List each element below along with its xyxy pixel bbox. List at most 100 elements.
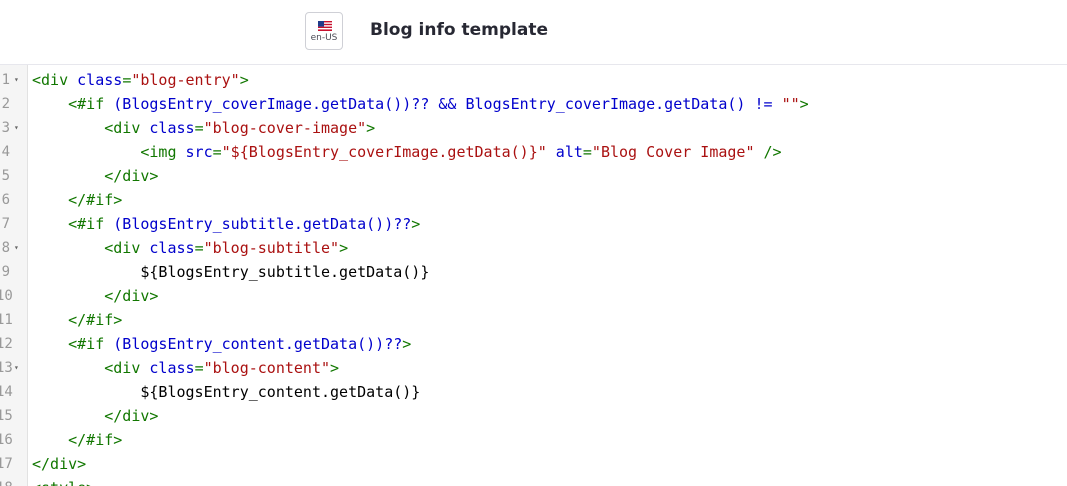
fold-arrow-icon[interactable]: ▾ (14, 476, 19, 486)
code-line[interactable]: 13 ▾ <div class="blog-content"> (0, 356, 1067, 380)
code-token: /> (754, 143, 782, 161)
language-label: en-US (310, 33, 338, 43)
code-token: (BlogsEntry_content.getData())?? (113, 335, 403, 353)
code-token: </div> (104, 407, 159, 425)
code-text: </div> (32, 452, 86, 476)
code-token: </#if> (68, 311, 123, 329)
code-token: src (185, 143, 213, 161)
code-line[interactable]: 16 </#if> (0, 428, 1067, 452)
fold-arrow-icon[interactable]: ▾ (14, 236, 19, 260)
code-text: <div class="blog-cover-image"> (32, 116, 375, 140)
code-text: <div class="blog-subtitle"> (32, 236, 348, 260)
code-text: </div> (32, 404, 158, 428)
line-number: 12 (0, 336, 13, 352)
code-token: = (582, 143, 592, 161)
line-number: 18 (0, 476, 13, 486)
code-text: <#if (BlogsEntry_subtitle.getData())??> (32, 212, 420, 236)
code-line[interactable]: 18▾ <style> (0, 476, 1067, 486)
code-token: ${BlogsEntry_content.getData()} (140, 383, 421, 401)
header: en-US Blog info template (0, 0, 1067, 65)
code-token: "blog-subtitle" (203, 239, 340, 257)
code-text: <img src="${BlogsEntry_coverImage.getDat… (32, 140, 782, 164)
code-line[interactable]: 4 <img src="${BlogsEntry_coverImage.getD… (0, 140, 1067, 164)
line-number: 15 (0, 408, 13, 424)
line-number: 4 (1, 144, 10, 160)
fold-arrow-icon[interactable]: ▾ (14, 68, 19, 92)
line-number: 10 (0, 288, 13, 304)
code-token: ${BlogsEntry_subtitle.getData()} (140, 263, 430, 281)
line-number: 3 (1, 120, 10, 136)
page-title: Blog info template (370, 20, 548, 40)
code-line[interactable]: 8 ▾ <div class="blog-subtitle"> (0, 236, 1067, 260)
line-number: 6 (1, 192, 10, 208)
code-token: <style> (32, 479, 95, 486)
language-selector-button[interactable]: en-US (305, 12, 343, 50)
code-editor[interactable]: 1 ▾ <div class="blog-entry"> 2 <#if (BlogsE… (0, 65, 1067, 486)
code-token: (BlogsEntry_subtitle.getData())?? (113, 215, 412, 233)
code-text: ${BlogsEntry_subtitle.getData()} (32, 260, 429, 284)
code-token: > (366, 119, 376, 137)
code-token: = (194, 239, 204, 257)
code-token: class (149, 119, 195, 137)
line-number: 1 (1, 72, 10, 88)
fold-arrow-icon[interactable]: ▾ (14, 116, 19, 140)
code-token: class (149, 239, 195, 257)
code-text: <style> (32, 476, 95, 486)
code-token: <div (104, 119, 150, 137)
code-token: > (799, 95, 809, 113)
line-number: 17 (0, 456, 13, 472)
code-lines: 1 ▾ <div class="blog-entry"> 2 <#if (BlogsE… (0, 68, 1067, 486)
code-text: </div> (32, 164, 158, 188)
code-token: <div (32, 71, 78, 89)
fold-arrow-icon[interactable]: ▾ (14, 356, 19, 380)
code-text: ${BlogsEntry_content.getData()} (32, 380, 420, 404)
code-line[interactable]: 7 <#if (BlogsEntry_subtitle.getData())??… (0, 212, 1067, 236)
line-number: 16 (0, 432, 13, 448)
code-token: class (149, 359, 195, 377)
code-line[interactable]: 14 ${BlogsEntry_content.getData()} (0, 380, 1067, 404)
code-token: > (330, 359, 340, 377)
code-line[interactable]: 15 </div> (0, 404, 1067, 428)
code-token: </div> (32, 455, 87, 473)
code-line[interactable]: 9 ${BlogsEntry_subtitle.getData()} (0, 260, 1067, 284)
code-line[interactable]: 10 </div> (0, 284, 1067, 308)
code-line[interactable]: 3 ▾ <div class="blog-cover-image"> (0, 116, 1067, 140)
code-token: "" (781, 95, 800, 113)
code-token: "blog-cover-image" (203, 119, 367, 137)
code-text: <#if (BlogsEntry_content.getData())??> (32, 332, 411, 356)
code-token: "blog-content" (203, 359, 331, 377)
code-token: </#if> (68, 431, 123, 449)
code-line[interactable]: 6 </#if> (0, 188, 1067, 212)
code-token: > (339, 239, 349, 257)
code-token: > (402, 335, 412, 353)
code-token: = (194, 359, 204, 377)
us-flag-icon (318, 21, 332, 31)
code-line[interactable]: 1 ▾ <div class="blog-entry"> (0, 68, 1067, 92)
code-token: (BlogsEntry_coverImage.getData())?? && B… (113, 95, 782, 113)
code-token: "blog-entry" (131, 71, 240, 89)
code-token: = (194, 119, 204, 137)
line-number: 2 (1, 96, 10, 112)
code-line[interactable]: 5 </div> (0, 164, 1067, 188)
code-line[interactable]: 17 </div> (0, 452, 1067, 476)
code-line[interactable]: 12 <#if (BlogsEntry_content.getData())??… (0, 332, 1067, 356)
code-text: </#if> (32, 428, 122, 452)
code-line[interactable]: 11 </#if> (0, 308, 1067, 332)
line-number: 14 (0, 384, 13, 400)
code-line[interactable]: 2 <#if (BlogsEntry_coverImage.getData())… (0, 92, 1067, 116)
line-number: 11 (0, 312, 13, 328)
